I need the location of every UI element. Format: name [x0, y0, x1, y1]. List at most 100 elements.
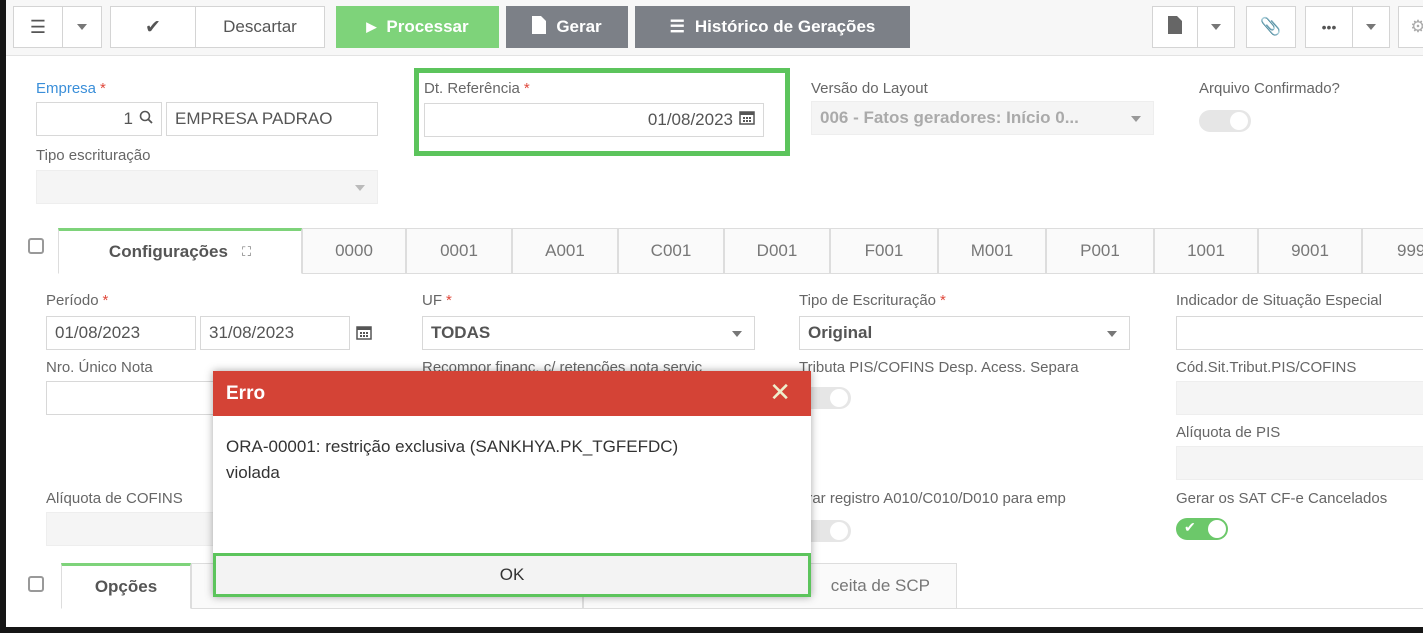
versao-layout-select[interactable]: 006 - Fatos geradores: Início 0... — [811, 101, 1154, 135]
tab-m001[interactable]: M001 — [938, 228, 1046, 274]
tab-configuracoes-label: Configurações — [108, 242, 228, 261]
tab-label: 0001 — [440, 241, 478, 260]
more-options-dropdown[interactable] — [1352, 6, 1390, 48]
empresa-name-field[interactable]: EMPRESA PADRAO — [166, 102, 378, 136]
discard-label: Descartar — [223, 17, 297, 36]
ok-button[interactable]: OK — [213, 553, 811, 597]
tab-label: P001 — [1080, 241, 1120, 260]
history-label: Histórico de Gerações — [694, 17, 876, 36]
empresa-label-text: Empresa — [36, 80, 97, 97]
cod-sit-input[interactable] — [1176, 381, 1423, 415]
expand-icon[interactable]: ⛶ — [242, 244, 251, 260]
chevron-down-icon — [355, 185, 365, 191]
periodo-label-text: Período — [46, 292, 99, 309]
export-button[interactable] — [1152, 6, 1198, 48]
tipo-escrituracao-select[interactable] — [36, 170, 378, 204]
play-icon: ▶ — [366, 19, 377, 34]
tipo-escrituracao-2-value: Original — [808, 323, 873, 342]
tab-label: 9001 — [1291, 241, 1329, 260]
error-dialog: Erro ✕ ORA-00001: restrição exclusiva (S… — [213, 371, 811, 597]
generate-button[interactable]: Gerar — [506, 6, 628, 48]
list-menu-dropdown[interactable] — [62, 6, 102, 48]
periodo-end-input[interactable]: 31/08/2023 — [200, 316, 350, 350]
process-button[interactable]: ▶ Processar — [336, 6, 499, 48]
export-dropdown[interactable] — [1197, 6, 1235, 48]
menu-lines-icon: ☰ — [669, 17, 685, 36]
tab-configuracoes[interactable]: Configurações ⛶ — [58, 228, 302, 274]
tipo-escrituracao-2-select[interactable]: Original — [799, 316, 1130, 350]
required-mark: * — [100, 80, 106, 97]
gerar-sat-label: Gerar os SAT CF-e Cancelados — [1176, 490, 1388, 507]
tab-label: M001 — [970, 241, 1014, 260]
chevron-down-icon — [732, 331, 742, 337]
aliquota-pis-label: Alíquota de PIS — [1176, 424, 1281, 441]
indicador-situacao-input[interactable] — [1176, 316, 1423, 350]
periodo-start-value: 01/08/2023 — [55, 323, 141, 342]
settings-button[interactable]: ⚙ — [1398, 6, 1423, 48]
tab-label: F001 — [864, 241, 904, 260]
toolbar: ☰ ✔ Descartar ▶ Processar Gerar ☰ Histór… — [6, 0, 1423, 56]
main-tabs: Configurações ⛶ 0000 0001 A001 C001 D001… — [58, 228, 1423, 274]
error-dialog-body: ORA-00001: restrição exclusiva (SANKHYA.… — [213, 416, 811, 504]
uf-label-text: UF — [422, 292, 442, 309]
tab-9001[interactable]: 9001 — [1258, 228, 1362, 274]
more-options-button[interactable]: ••• — [1305, 6, 1353, 48]
arquivo-confirmado-label: Arquivo Confirmado? — [1199, 80, 1340, 97]
calendar-icon[interactable] — [356, 325, 372, 345]
periodo-label: Período * — [46, 292, 108, 309]
tab-0000[interactable]: 0000 — [302, 228, 406, 274]
document-icon — [532, 15, 547, 39]
tab-label: D001 — [756, 241, 798, 260]
aliquota-pis-input[interactable] — [1176, 446, 1423, 480]
tab-a001[interactable]: A001 — [512, 228, 618, 274]
gerar-sat-toggle[interactable]: ✔ — [1176, 518, 1228, 540]
chevron-down-icon — [1107, 331, 1117, 337]
copy-icon[interactable] — [28, 576, 44, 592]
empresa-code-value: 1 — [123, 109, 133, 128]
tab-d001[interactable]: D001 — [724, 228, 830, 274]
tab-1001[interactable]: 1001 — [1154, 228, 1258, 274]
required-mark: * — [446, 292, 452, 309]
empresa-code-input[interactable]: 1 — [36, 102, 162, 136]
close-icon[interactable]: ✕ — [769, 377, 791, 408]
tab-label: C001 — [650, 241, 692, 260]
file-export-icon — [1168, 15, 1182, 39]
discard-button[interactable]: Descartar — [195, 6, 325, 48]
generate-label: Gerar — [556, 17, 602, 36]
ellipsis-icon: ••• — [1321, 19, 1337, 35]
history-button[interactable]: ☰ Histórico de Gerações — [635, 6, 910, 48]
chevron-down-icon — [1211, 24, 1221, 30]
copy-icon[interactable] — [28, 238, 44, 254]
attach-button[interactable]: 📎 — [1246, 6, 1296, 48]
page: ☰ ✔ Descartar ▶ Processar Gerar ☰ Histór… — [0, 0, 1423, 633]
tributa-pis-label: Tributa PIS/COFINS Desp. Acess. Separa — [799, 359, 1079, 376]
tab-receita-scp-label: ceita de SCP — [830, 576, 930, 595]
tipo-escrituracao-2-label: Tipo de Escrituração * — [799, 292, 946, 309]
check-icon: ✔ — [145, 16, 161, 38]
indicador-situacao-label: Indicador de Situação Especial — [1176, 292, 1382, 309]
ok-label: OK — [499, 565, 525, 584]
versao-layout-label: Versão do Layout — [811, 80, 928, 97]
tab-p001[interactable]: P001 — [1046, 228, 1154, 274]
tab-opcoes[interactable]: Opções — [61, 563, 191, 609]
error-dialog-header: Erro ✕ — [213, 371, 811, 416]
aliquota-cofins-label: Alíquota de COFINS — [46, 490, 183, 507]
chevron-down-icon — [1131, 116, 1141, 122]
tab-label: 1001 — [1187, 241, 1225, 260]
list-icon: ☰ — [29, 16, 47, 37]
chevron-down-icon — [1366, 24, 1376, 30]
tab-9999[interactable]: 9999 — [1362, 228, 1423, 274]
search-icon[interactable] — [139, 109, 153, 129]
versao-layout-value: 006 - Fatos geradores: Início 0... — [820, 108, 1079, 127]
confirm-button[interactable]: ✔ — [110, 6, 196, 48]
tab-label: A001 — [545, 241, 585, 260]
tab-0001[interactable]: 0001 — [406, 228, 512, 274]
periodo-start-input[interactable]: 01/08/2023 — [46, 316, 196, 350]
tab-c001[interactable]: C001 — [618, 228, 724, 274]
tab-f001[interactable]: F001 — [830, 228, 938, 274]
empresa-name-value: EMPRESA PADRAO — [175, 109, 333, 128]
list-menu-button[interactable]: ☰ — [13, 6, 63, 48]
arquivo-confirmado-toggle[interactable] — [1199, 110, 1251, 132]
empresa-label: Empresa * — [36, 80, 106, 97]
uf-select[interactable]: TODAS — [422, 316, 755, 350]
